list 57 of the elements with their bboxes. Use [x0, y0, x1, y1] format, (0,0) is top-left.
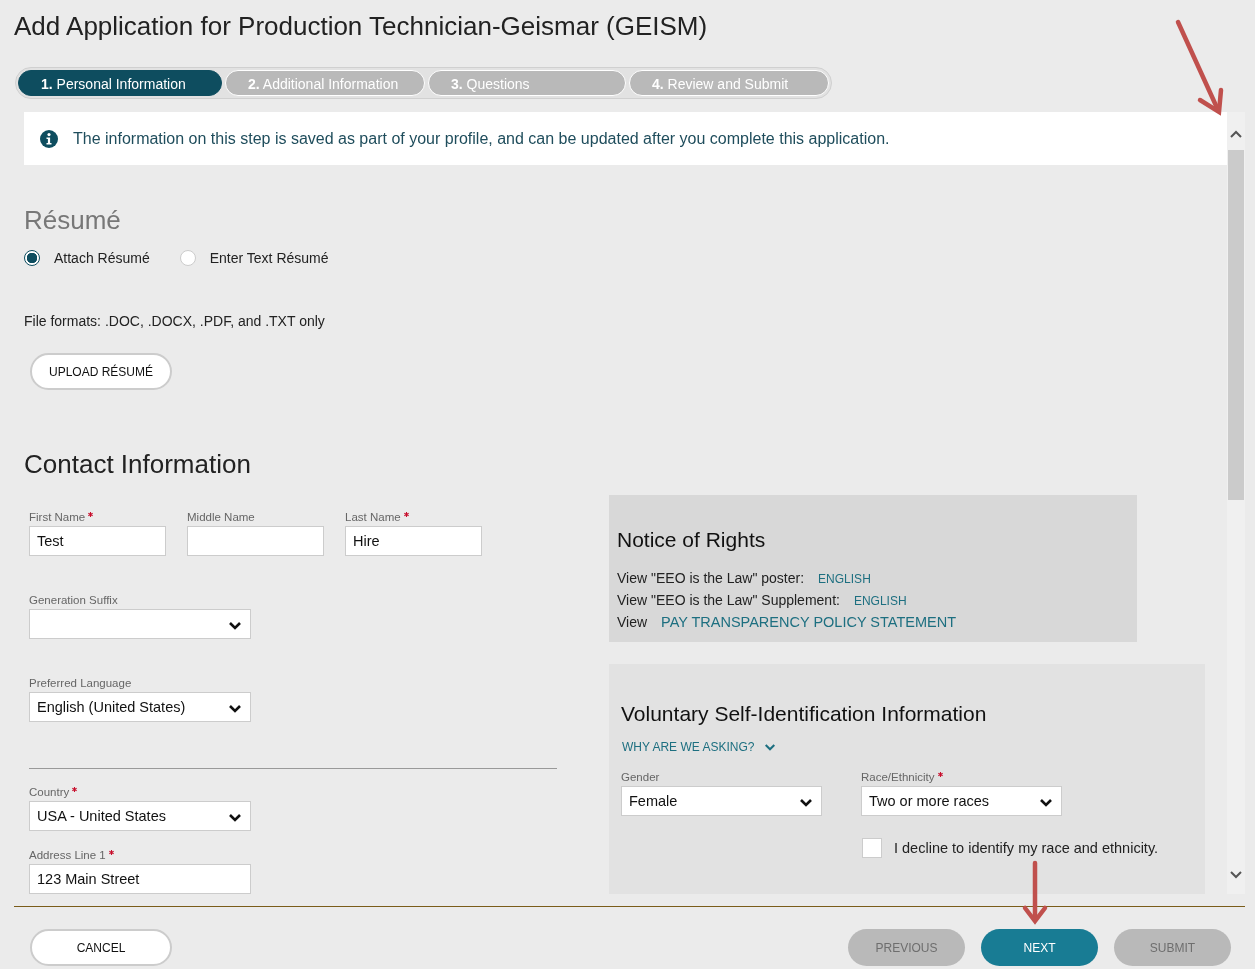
panel-heading: Notice of Rights — [617, 528, 767, 552]
text-field[interactable] — [187, 526, 324, 556]
required-icon — [72, 787, 78, 792]
footer-button[interactable]: NEXT — [981, 929, 1098, 966]
scrollbar-thumb[interactable] — [1228, 150, 1244, 500]
field-label: Address Line 1 — [29, 849, 106, 861]
chevron-down-icon — [799, 797, 813, 808]
text-field[interactable]: Hire — [345, 526, 482, 556]
field-label: Race/Ethnicity — [861, 771, 935, 783]
section-heading: Résumé — [24, 205, 122, 236]
chevron-down-icon — [228, 812, 242, 823]
dropdown[interactable] — [29, 609, 251, 639]
scroll-up-icon[interactable] — [1230, 130, 1242, 138]
radio-button[interactable] — [24, 250, 40, 266]
text-field[interactable]: 123 Main Street — [29, 864, 251, 894]
checkbox-label: I decline to identify my race and ethnicity. — [894, 840, 1159, 856]
annotation-arrow — [1021, 860, 1049, 926]
field-label: First Name — [29, 511, 86, 523]
notice-link[interactable]: ENGLISH — [818, 569, 871, 590]
why-link[interactable]: WHY ARE WE ASKING? — [622, 740, 755, 754]
dropdown[interactable]: Two or more races — [861, 786, 1062, 816]
radio-label: Attach Résumé — [54, 250, 150, 266]
chevron-down-icon — [764, 742, 777, 752]
dropdown[interactable]: Female — [621, 786, 822, 816]
field-label: Country — [29, 786, 70, 798]
field-label: Preferred Language — [29, 677, 132, 689]
notice-text: View "EEO is the Law" Supplement: — [617, 591, 840, 610]
required-icon — [88, 512, 94, 517]
notice-text: View "EEO is the Law" poster: — [617, 569, 805, 588]
notice-link[interactable]: ENGLISH — [853, 591, 907, 612]
info-icon — [40, 129, 58, 148]
page-title: Add Application for Production Technician-Geismar (GEISM) — [14, 10, 709, 43]
checkbox[interactable] — [862, 838, 882, 858]
text-field[interactable]: Test — [29, 526, 166, 556]
panel-heading: Voluntary Self-Identification Information — [621, 702, 988, 726]
required-icon — [937, 772, 943, 777]
section-heading: Contact Information — [24, 449, 252, 480]
chevron-down-icon — [1039, 797, 1053, 808]
dropdown[interactable]: USA - United States — [29, 801, 251, 831]
field-label: Generation Suffix — [29, 594, 118, 606]
chevron-down-icon — [228, 703, 242, 714]
field-label: Middle Name — [187, 511, 255, 523]
cancel-button[interactable]: CANCEL — [30, 929, 172, 966]
required-icon — [403, 512, 409, 517]
chevron-down-icon — [228, 620, 242, 631]
required-icon — [108, 850, 114, 855]
file-formats-text: File formats: .DOC, .DOCX, .PDF, and .TXT only — [24, 313, 326, 329]
upload-resume-button[interactable]: UPLOAD RÉSUMÉ — [30, 353, 172, 390]
info-text: The information on this step is saved as part of your profile, and can be updated after you complete this application. — [73, 129, 890, 148]
scroll-down-icon[interactable] — [1230, 871, 1242, 879]
notice-text: View — [617, 613, 648, 632]
field-label: Gender — [621, 771, 660, 783]
dropdown[interactable]: English (United States) — [29, 692, 251, 722]
radio-label: Enter Text Résumé — [209, 250, 329, 266]
field-label: Last Name — [345, 511, 401, 523]
notice-link[interactable]: PAY TRANSPARENCY POLICY STATEMENT — [661, 612, 956, 633]
step-tab[interactable]: 1. Personal Information — [18, 70, 222, 96]
